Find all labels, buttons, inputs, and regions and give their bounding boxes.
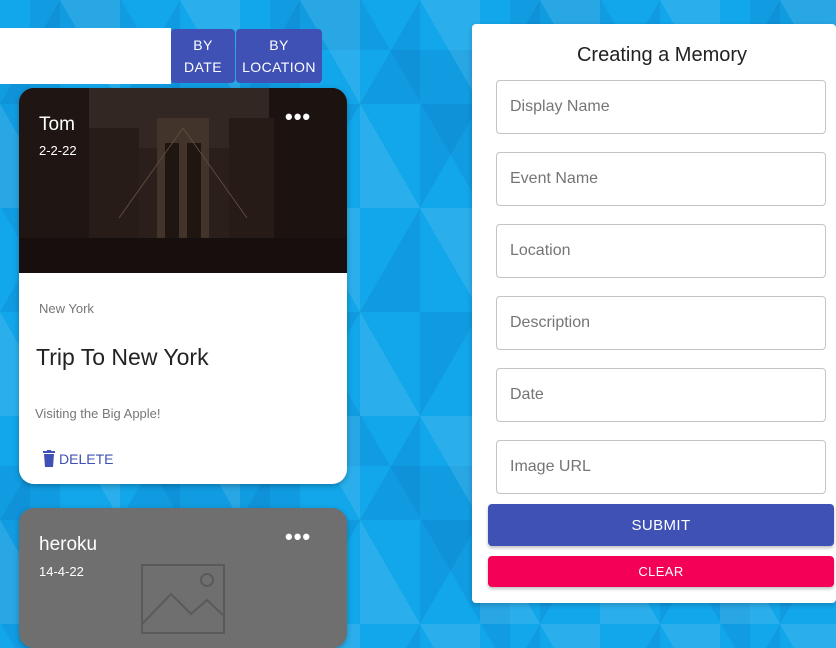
clear-button[interactable]: CLEAR	[488, 556, 834, 587]
location-input[interactable]	[497, 225, 825, 277]
location-field[interactable]	[496, 224, 826, 278]
sort-by-date-label: BY DATE	[184, 37, 222, 75]
date-field[interactable]	[496, 368, 826, 422]
date-input[interactable]	[497, 369, 825, 421]
card-date: 14-4-22	[39, 564, 84, 579]
sort-by-location-button[interactable]: BY LOCATION	[236, 29, 322, 83]
display-name-field[interactable]	[496, 80, 826, 134]
image-url-input[interactable]	[497, 441, 825, 493]
form-title: Creating a Memory	[576, 44, 748, 66]
card-title: Trip To New York	[36, 344, 209, 370]
event-name-input[interactable]	[497, 153, 825, 205]
image-url-field[interactable]	[496, 440, 826, 494]
more-options-icon[interactable]: •••	[285, 106, 311, 128]
card-location: New York	[39, 301, 94, 316]
card-message: Visiting the Big Apple!	[35, 406, 161, 421]
event-name-field[interactable]	[496, 152, 826, 206]
description-input[interactable]	[497, 297, 825, 349]
memory-card: Tom 2-2-22 ••• New York Trip To New York…	[19, 88, 347, 484]
submit-button[interactable]: SUBMIT	[488, 504, 834, 546]
card-image: Tom 2-2-22 •••	[19, 88, 347, 273]
display-name-input[interactable]	[497, 81, 825, 133]
more-options-icon[interactable]: •••	[285, 526, 311, 548]
sort-by-location-label: BY LOCATION	[242, 37, 316, 75]
memory-form: Creating a Memory SUBMIT CLEAR	[472, 24, 836, 603]
card-author: heroku	[39, 534, 98, 555]
search-bar[interactable]	[0, 28, 175, 86]
trash-icon	[43, 450, 55, 467]
description-field[interactable]	[496, 296, 826, 350]
search-input[interactable]	[0, 28, 175, 86]
sort-by-date-button[interactable]: BY DATE	[171, 29, 235, 83]
memory-card: heroku 14-4-22 •••	[19, 508, 347, 648]
delete-button[interactable]: DELETE	[41, 450, 113, 468]
card-date: 2-2-22	[39, 143, 77, 158]
image-placeholder-icon	[141, 564, 225, 634]
delete-label: DELETE	[59, 451, 114, 467]
card-author: Tom	[39, 114, 75, 135]
